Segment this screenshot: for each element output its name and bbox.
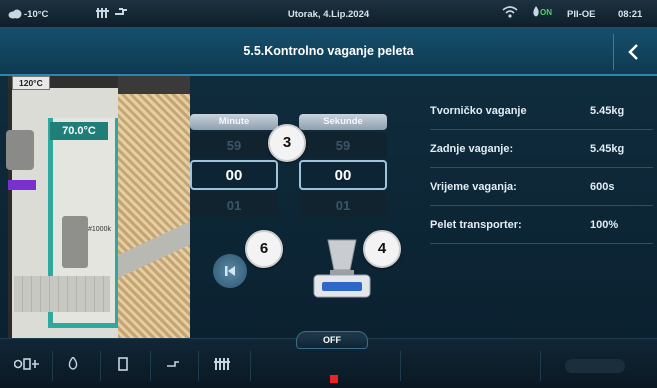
seconds-label: Sekunde	[299, 114, 387, 130]
flame-on-label: ON	[540, 8, 552, 17]
divider	[100, 351, 101, 381]
divider	[198, 351, 199, 381]
top-temp: 120°C	[12, 76, 50, 90]
hopper-lid	[118, 76, 190, 94]
minutes-picker[interactable]: Minute 59 00 01	[190, 114, 278, 218]
alarm-indicator	[330, 375, 338, 383]
date-text: Utorak, 4.Lip.2024	[287, 9, 370, 20]
info-row: Zadnje vaganje: 5.45kg	[430, 130, 653, 168]
chevron-left-icon	[627, 44, 638, 60]
callout-6: 6	[245, 230, 283, 268]
info-value: 600s	[590, 181, 615, 193]
wifi-icon	[502, 6, 518, 21]
minutes-prev[interactable]: 59	[190, 132, 278, 158]
boiler-diagram: #1000k 120°C 70.0°C	[0, 76, 190, 338]
fan-label: #1000k	[88, 226, 111, 233]
motor-icon	[6, 130, 34, 170]
divider	[52, 351, 53, 381]
flame-nav-icon[interactable]	[68, 355, 78, 374]
back-button[interactable]	[613, 34, 651, 70]
slider-toggle[interactable]	[565, 359, 625, 373]
clock-time: 08:21	[618, 9, 643, 20]
info-label: Tvorničko vaganje	[430, 105, 527, 117]
info-value: 5.45kg	[590, 143, 625, 155]
flame-icon	[533, 6, 539, 17]
seconds-value[interactable]: 00	[299, 160, 387, 190]
seconds-prev[interactable]: 59	[299, 132, 387, 158]
operation-mode-icon[interactable]	[13, 357, 40, 374]
skip-back-icon	[225, 266, 235, 276]
title-bar: 5.5.Kontrolno vaganje peleta	[0, 28, 657, 76]
info-value: 5.45kg	[590, 105, 625, 117]
pellet-auger	[118, 186, 190, 306]
info-label: Zadnje vaganje:	[430, 143, 514, 155]
weighing-info: Tvorničko vaganje 5.45kg Zadnje vaganje:…	[430, 92, 653, 244]
boiler-nav-icon[interactable]	[118, 357, 128, 374]
callout-3: 3	[268, 124, 306, 162]
ash-tray	[14, 276, 110, 312]
page-title: 5.5.Kontrolno vaganje peleta	[243, 44, 414, 58]
minutes-next[interactable]: 01	[190, 192, 278, 218]
tap-nav-icon[interactable]	[166, 357, 180, 374]
info-row: Tvorničko vaganje 5.45kg	[430, 92, 653, 130]
boiler-temp: 70.0°C	[50, 122, 108, 140]
flame-status: ON	[532, 6, 552, 21]
bottom-nav: OFF	[0, 331, 657, 388]
info-row: Pelet transporter: 100%	[430, 206, 653, 244]
main-area: #1000k 120°C 70.0°C Minute 59 00 01 Seku…	[0, 76, 657, 338]
info-label: Pelet transporter:	[430, 219, 522, 231]
minutes-value[interactable]: 00	[190, 160, 278, 190]
divider	[540, 351, 541, 381]
seconds-picker[interactable]: Sekunde 59 00 01	[299, 114, 387, 218]
reset-button[interactable]	[213, 254, 247, 288]
minutes-label: Minute	[190, 114, 278, 130]
burner-drum	[62, 216, 88, 268]
info-value: 100%	[590, 219, 619, 231]
divider	[400, 351, 401, 381]
program-label: PII-OE	[567, 9, 596, 20]
info-row: Vrijeme vaganja: 600s	[430, 168, 653, 206]
sensor-tag	[8, 180, 36, 190]
divider	[250, 351, 251, 381]
off-toggle[interactable]: OFF	[296, 331, 368, 349]
divider	[150, 351, 151, 381]
info-label: Vrijeme vaganja:	[430, 181, 517, 193]
radiator-nav-icon[interactable]	[214, 357, 230, 374]
status-bar: -10°C Utorak, 4.Lip.2024 ON PII-OE 08:21	[0, 0, 657, 28]
seconds-next[interactable]: 01	[299, 192, 387, 218]
callout-4: 4	[363, 230, 401, 268]
